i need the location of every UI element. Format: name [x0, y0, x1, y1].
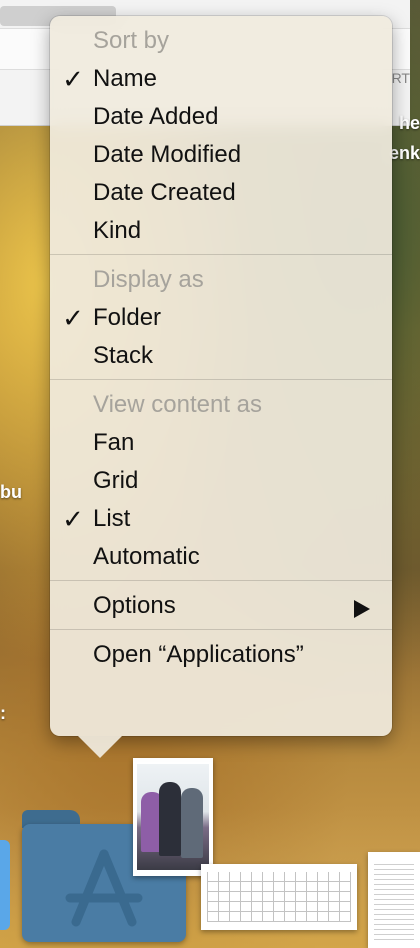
photo-thumbnail[interactable] [133, 758, 213, 876]
menu-item-label: Date Modified [93, 141, 242, 168]
photo-person-2 [159, 782, 181, 856]
keyboard-keys [207, 872, 351, 922]
display-as-header: Display as [93, 266, 204, 293]
view-content-as-section: View content as Fan Grid ✓ List Automati… [50, 386, 392, 576]
view-as-list-item[interactable]: ✓ List [50, 500, 392, 538]
sort-by-kind-item[interactable]: Kind [50, 212, 392, 250]
view-content-as-header: View content as [93, 391, 262, 418]
display-as-section: Display as ✓ Folder Stack [50, 261, 392, 375]
open-applications-item[interactable]: Open “Applications” [50, 636, 392, 674]
view-as-grid-item[interactable]: Grid [50, 462, 392, 500]
menu-separator [50, 629, 392, 630]
menu-item-label: Name [93, 65, 158, 92]
view-as-automatic-item[interactable]: Automatic [50, 538, 392, 576]
menu-item-label: Date Added [93, 103, 219, 130]
background-text-left-2: : [0, 703, 6, 723]
display-as-stack-item[interactable]: Stack [50, 337, 392, 375]
menu-item-label: Date Created [93, 179, 236, 206]
menu-item-label: Stack [93, 342, 154, 369]
menu-item-label: Fan [93, 429, 135, 456]
keyboard-viewer-thumbnail[interactable] [201, 864, 357, 930]
menu-separator [50, 580, 392, 581]
menu-separator [50, 254, 392, 255]
display-as-folder-item[interactable]: ✓ Folder [50, 299, 392, 337]
background-text-rt: RT [391, 70, 410, 86]
view-as-fan-item[interactable]: Fan [50, 424, 392, 462]
sort-by-header: Sort by [93, 27, 170, 54]
checkmark-icon: ✓ [62, 303, 84, 333]
dock-folder-context-menu: Sort by ✓ Name Date Added Date Modified … [50, 16, 392, 758]
menu-item-label: Open “Applications” [93, 641, 304, 668]
menu-item-label: Grid [93, 467, 139, 494]
menu-separator [50, 379, 392, 380]
submenu-arrow-icon [354, 600, 370, 618]
options-item[interactable]: Options [50, 587, 392, 625]
menu-item-label: Options [93, 592, 176, 619]
background-text-2: enk [388, 143, 420, 163]
sort-by-section: Sort by ✓ Name Date Added Date Modified … [50, 22, 392, 250]
sort-by-date-created-item[interactable]: Date Created [50, 174, 392, 212]
checkmark-icon: ✓ [62, 64, 84, 94]
background-text-left: bu [0, 482, 22, 502]
document-lines [374, 860, 414, 940]
menu-item-label: Kind [93, 217, 142, 244]
sort-by-date-modified-item[interactable]: Date Modified [50, 136, 392, 174]
background-text-1: he [398, 113, 420, 133]
photo-person-3 [181, 788, 203, 858]
dock-item-finder[interactable] [0, 840, 10, 930]
checkmark-icon: ✓ [62, 504, 84, 534]
menu-item-label: Automatic [93, 543, 200, 570]
menu-item-label: Folder [93, 304, 162, 331]
menu-item-label: List [93, 505, 131, 532]
document-thumbnail[interactable] [368, 852, 420, 948]
sort-by-date-added-item[interactable]: Date Added [50, 98, 392, 136]
sort-by-name-item[interactable]: ✓ Name [50, 60, 392, 98]
